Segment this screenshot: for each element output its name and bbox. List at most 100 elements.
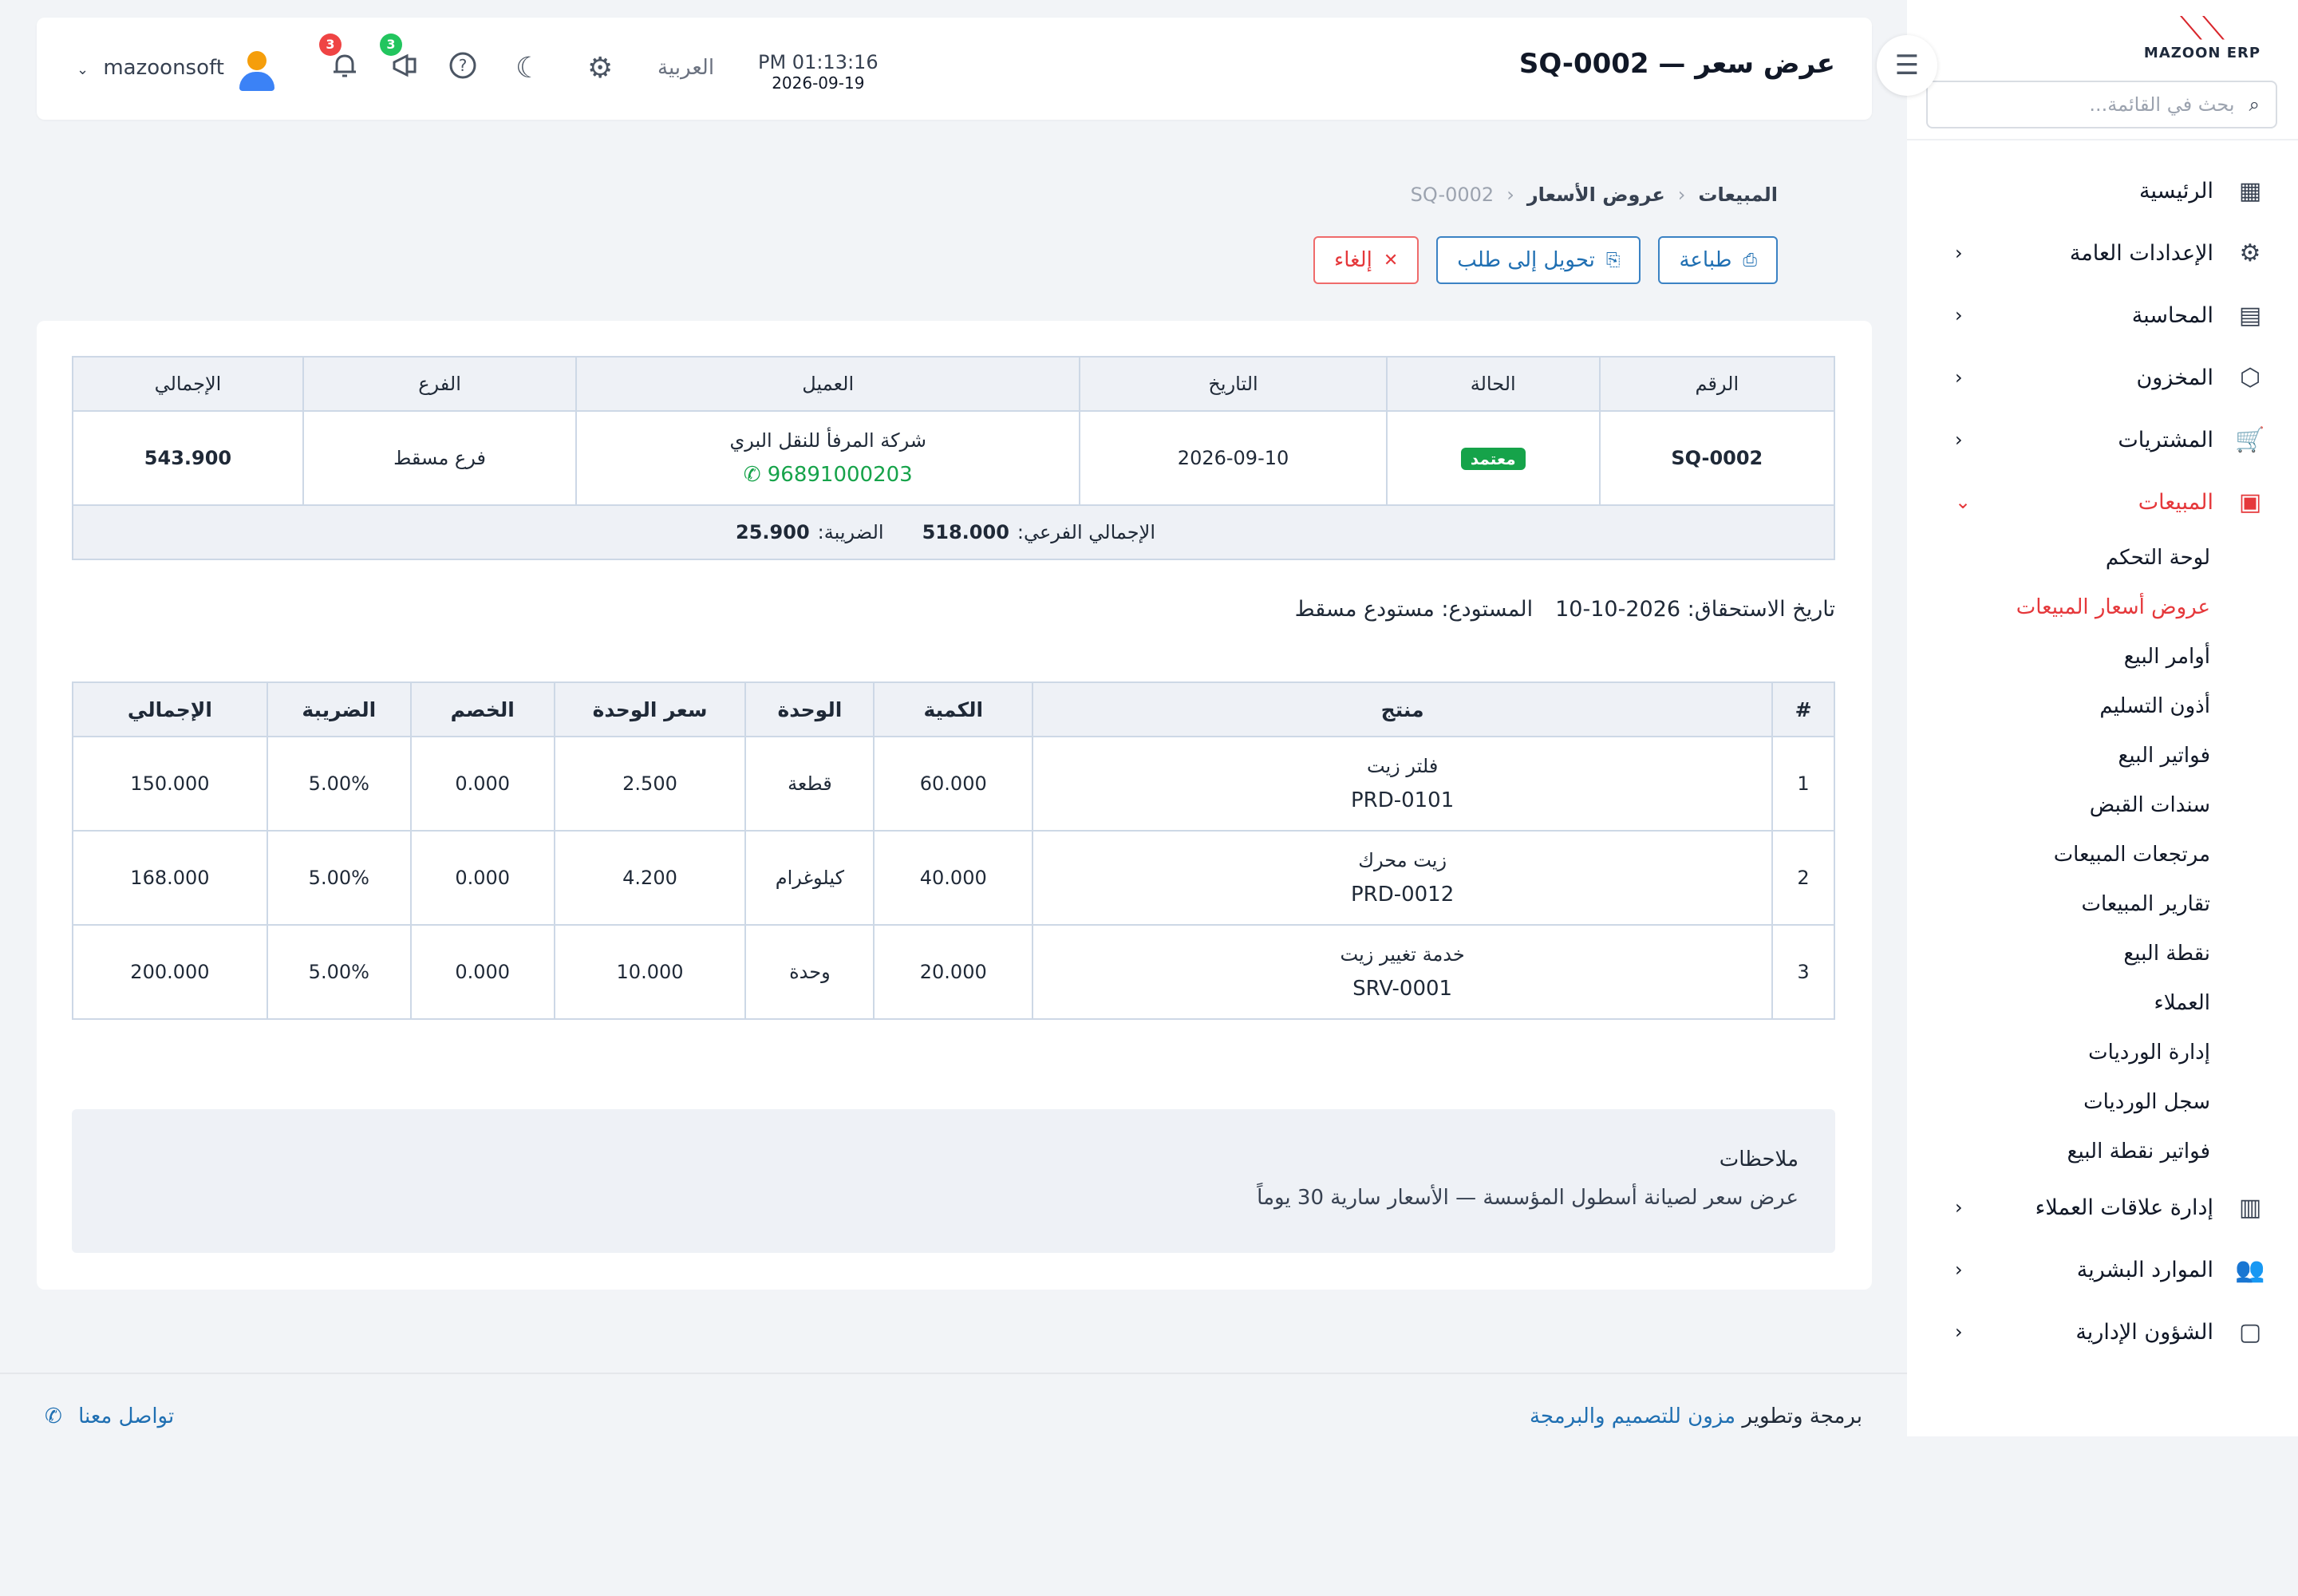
submenu-item[interactable]: فواتير نقطة البيع (1907, 1127, 2210, 1176)
sidebar-menu: ▦ الرئيسية ⚙ الإعدادات العامة ‹ ▤ المحاسبة ‹ ⬡ ال… (1907, 160, 2298, 1363)
submenu-item[interactable]: تقارير المبيعات (1907, 879, 2210, 929)
items-col-index: # (1771, 681, 1835, 737)
app-logo[interactable]: ⟋⟋ MAZOON ERP (2106, 0, 2298, 73)
submenu-item[interactable]: أوامر البيع (1907, 632, 2210, 681)
sidebar-item-label: المخزون (2136, 365, 2213, 390)
customer-name[interactable]: شركة المرفأ للنقل البري (729, 429, 926, 452)
calculator-icon: ▤ (2238, 301, 2262, 330)
footer-credit-link[interactable]: مزون للتصميم والبرمجة (1530, 1404, 1735, 1428)
sidebar-item-label: المبيعات (2138, 489, 2213, 515)
customer-whatsapp-link[interactable]: 96891000203 ✆ (577, 463, 1079, 487)
submenu-item[interactable]: نقطة البيع (1907, 929, 2210, 978)
sidebar-item-cart[interactable]: 🛒 المشتريات ‹ (1907, 409, 2298, 471)
dark-mode-icon[interactable]: ☾ (515, 51, 541, 86)
sidebar-search: ⌕ (1926, 81, 2277, 128)
submenu-item[interactable]: مرتجعات المبيعات (1907, 830, 2210, 879)
chevron-left-icon: ‹ (1955, 366, 1963, 389)
item-product-code: PRD-0101 (1350, 788, 1455, 812)
warehouse-value: مستودع مسقط (1294, 597, 1435, 622)
quote-header-row: الرقم الحالة التاريخ العميل الفرع الإجما… (72, 356, 1836, 412)
breadcrumb-separator-icon: ‹ (1506, 184, 1514, 206)
breadcrumb-quotations[interactable]: عروض الأسعار (1527, 184, 1665, 206)
avatar-body (239, 72, 274, 91)
item-product-code: PRD-0012 (1350, 883, 1455, 907)
user-avatar[interactable] (236, 49, 276, 93)
language-switch[interactable]: العربية (657, 56, 714, 80)
contacts-icon: ▥ (2238, 1193, 2262, 1222)
item-tax: 5.00% (266, 830, 412, 926)
contact-us-link[interactable]: تواصل معنا ✆ (45, 1404, 174, 1428)
file-convert-icon: ⎘ (1605, 250, 1621, 271)
totals-summary: الإجمالي الفرعي: 518.000 الضريبة: 25.900 (72, 506, 1835, 560)
sidebar-item-label: المحاسبة (2131, 302, 2213, 328)
print-button[interactable]: ⎙ طباعة (1658, 236, 1778, 284)
announcements-icon[interactable]: 3 (380, 34, 420, 89)
cart-icon: 🛒 (2235, 425, 2265, 454)
col-number: الرقم (1598, 356, 1836, 412)
chevron-left-icon: ‹ (1955, 1196, 1963, 1219)
col-total: الإجمالي (72, 356, 304, 412)
item-total: 150.000 (72, 736, 268, 832)
submenu-item[interactable]: إدارة الورديات (1907, 1028, 2210, 1077)
sidebar-item-box[interactable]: ⬡ المخزون ‹ (1907, 346, 2298, 409)
user-menu[interactable]: ⌄ mazoonsoft (77, 56, 224, 80)
menu-lines-icon: ☰ (1894, 49, 1920, 81)
sidebar-item-gear[interactable]: ⚙ الإعدادات العامة ‹ (1907, 222, 2298, 284)
item-discount: 0.000 (409, 830, 555, 926)
submenu-item[interactable]: لوحة التحكم (1907, 533, 2210, 583)
col-customer: العميل (575, 356, 1081, 412)
convert-button-label: تحويل إلى طلب (1457, 248, 1595, 272)
sidebar-item-briefcase[interactable]: ▢ الشؤون الإدارية ‹ (1907, 1301, 2298, 1363)
username: mazoonsoft (103, 56, 224, 80)
item-product-name: فلتر زيت (1366, 755, 1439, 777)
box-icon: ⬡ (2239, 363, 2261, 392)
items-col-unit: الوحدة (744, 681, 875, 737)
item-unit: قطعة (744, 736, 875, 832)
due-date-value: 2026-10-10 (1555, 597, 1681, 622)
sidebar-item-grid[interactable]: ▦ الرئيسية (1907, 160, 2298, 222)
sidebar-item-users[interactable]: 👥 الموارد البشرية ‹ (1907, 1238, 2298, 1301)
status-badge: معتمد (1460, 447, 1526, 470)
topbar: عرض سعر — SQ-0002 PM 01:13:16 2026-09-19… (37, 18, 1872, 120)
print-button-label: طباعة (1679, 248, 1732, 272)
cash-icon: ▣ (2238, 488, 2262, 516)
due-date: تاريخ الاستحقاق: 2026-10-10 (1555, 597, 1835, 622)
settings-icon[interactable]: ⚙ (587, 51, 613, 86)
submenu-item[interactable]: سندات القبض (1907, 780, 2210, 830)
help-icon[interactable]: ? (448, 51, 477, 89)
customer-phone: 96891000203 (767, 463, 913, 487)
submenu-item[interactable]: عروض أسعار المبيعات (1907, 583, 2210, 632)
items-header-row: # منتج الكمية الوحدة سعر الوحدة الخصم ال… (72, 681, 1835, 737)
item-qty: 60.000 (873, 736, 1034, 832)
notifications-bell-icon[interactable]: 3 (319, 34, 359, 89)
logo-text: MAZOON ERP (2143, 44, 2261, 61)
sidebar: ⟋⟋ MAZOON ERP ⌕ ▦ الرئيسية ⚙ الإعدادات العا… (1907, 0, 2298, 1436)
convert-to-order-button[interactable]: ⎘ تحويل إلى طلب (1436, 236, 1641, 284)
quote-branch: فرع مسقط (302, 410, 578, 506)
quote-data-row: SQ-0002 معتمد 2026-09-10 شركة المرفأ للن… (72, 410, 1836, 506)
sidebar-search-input[interactable] (1944, 93, 2235, 116)
item-no: 2 (1771, 830, 1835, 926)
table-row: 3 خدمة تغيير زيت SRV-0001 20.000 وحدة 10.000 0… (72, 924, 1835, 1020)
submenu-item[interactable]: فواتير البيع (1907, 731, 2210, 780)
submenu-item[interactable]: أذون التسليم (1907, 681, 2210, 731)
item-product-cell: فلتر زيت PRD-0101 (1032, 736, 1774, 832)
sidebar-item-label: الإعدادات العامة (2069, 240, 2213, 266)
notifications-badge: 3 (319, 34, 342, 56)
item-price: 4.200 (553, 830, 747, 926)
sidebar-item-cash[interactable]: ▣ المبيعات ⌄ (1907, 471, 2298, 533)
notes-panel: ملاحظات عرض سعر لصيانة أسطول المؤسسة — ا… (72, 1109, 1835, 1253)
subtotal-value: 518.000 (922, 521, 1009, 543)
footer-divider (0, 1373, 1907, 1374)
submenu-item[interactable]: سجل الورديات (1907, 1077, 2210, 1127)
sidebar-item-contacts[interactable]: ▥ إدارة علاقات العملاء ‹ (1907, 1176, 2298, 1238)
quote-date: 2026-09-10 (1079, 410, 1388, 506)
item-tax: 5.00% (266, 924, 412, 1020)
quote-total: 543.900 (72, 410, 304, 506)
breadcrumb-sales[interactable]: المبيعات (1698, 184, 1778, 206)
submenu-item[interactable]: العملاء (1907, 978, 2210, 1028)
sidebar-toggle-button[interactable]: ☰ (1877, 35, 1937, 96)
contact-us-label: تواصل معنا (78, 1404, 175, 1428)
cancel-button[interactable]: ✕ إلغاء (1313, 236, 1419, 284)
sidebar-item-calculator[interactable]: ▤ المحاسبة ‹ (1907, 284, 2298, 346)
